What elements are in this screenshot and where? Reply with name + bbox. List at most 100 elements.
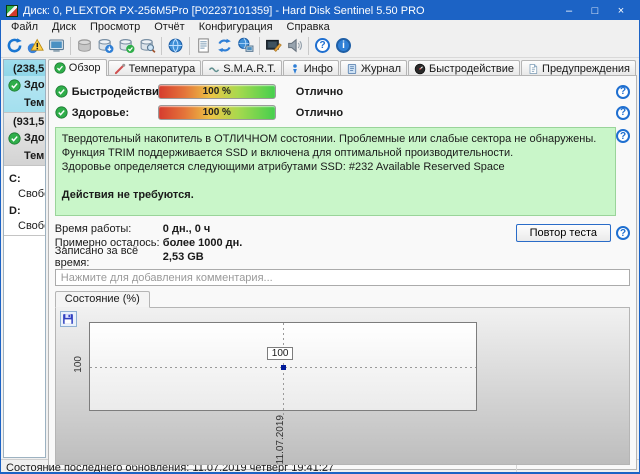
disk-search-icon[interactable]	[137, 36, 158, 56]
status-line-2: Функция TRIM поддерживается SSD и включе…	[62, 146, 609, 160]
performance-status: Отлично	[296, 86, 343, 98]
tab-smart[interactable]: S.M.A.R.T.	[202, 60, 282, 76]
health-bar: 100 %	[158, 105, 276, 120]
thermometer-icon	[114, 63, 126, 75]
check-circle-icon	[55, 106, 68, 119]
temperature-label: Температура:	[24, 150, 46, 162]
tab-label: Журнал	[361, 63, 401, 75]
toolbar-separator	[189, 37, 190, 55]
menu-disk[interactable]: Диск	[45, 21, 83, 34]
menu-help[interactable]: Справка	[280, 21, 337, 34]
retest-button[interactable]: Повтор теста	[516, 224, 611, 242]
window-controls: – □ ×	[556, 2, 634, 20]
disk-entry-1[interactable]: (931,5 GB) Здоровье: 97 % Диск: 1 Темпер…	[4, 113, 45, 166]
save-chart-button[interactable]	[60, 311, 77, 327]
refresh-icon[interactable]	[4, 36, 25, 56]
free-label: Свободно	[18, 188, 46, 200]
partition-c-header: C: (237,9 GB)	[4, 171, 45, 186]
partition-letter: C:	[9, 173, 21, 185]
remote-monitor-icon[interactable]	[263, 36, 284, 56]
menu-report[interactable]: Отчёт	[147, 21, 191, 34]
tab-alerts[interactable]: Предупреждения	[521, 60, 636, 76]
disk-entry-0[interactable]: (238,5 GB) Диск: 0 Здоровье: 100 % C; Те…	[4, 60, 45, 113]
partition-c-free-row: Свободно 76,0 GB Диск: 0	[4, 186, 45, 203]
overview-tab-content: Быстродействие: 100 % Отлично ? Здоровье…	[48, 75, 637, 470]
health-status: Отлично	[296, 107, 343, 119]
info-icon[interactable]: i	[333, 36, 354, 56]
help-icon[interactable]: ?	[312, 36, 333, 56]
detail-panel: Обзор Температура S.M.A.R.T. Инфо Журнал	[48, 59, 637, 458]
partition-d[interactable]: D: (931,5 GB) Свободно 94,1 GB Диск: 1	[4, 203, 45, 235]
toolbar: ? i	[1, 34, 639, 58]
toolbar-separator	[259, 37, 260, 55]
disk-list-panel: (238,5 GB) Диск: 0 Здоровье: 100 % C; Те…	[3, 59, 46, 458]
smart-icon	[208, 63, 220, 75]
status-message-row: Твердотельный накопитель в ОТЛИЧНОМ сост…	[55, 127, 630, 216]
disk-1-health-row: Здоровье: 97 % Диск: 1	[4, 129, 45, 147]
health-label: Здоровье:	[24, 79, 46, 91]
tab-info[interactable]: Инфо	[283, 60, 339, 76]
tab-log[interactable]: Журнал	[340, 60, 407, 76]
x-axis-date-label: 11.07.2019	[275, 415, 286, 464]
help-icon[interactable]: ?	[616, 106, 630, 120]
subtab-state-percent[interactable]: Состояние (%)	[55, 291, 150, 308]
disk-ok-icon[interactable]	[116, 36, 137, 56]
stat-value: более 1000 дн.	[163, 237, 243, 249]
window-title: Диск: 0, PLEXTOR PX-256M5Pro [P022371013…	[23, 5, 556, 17]
app-window: Диск: 0, PLEXTOR PX-256M5Pro [P022371013…	[0, 0, 640, 474]
sound-icon[interactable]	[284, 36, 305, 56]
partition-c[interactable]: C: (237,9 GB) Свободно 76,0 GB Диск: 0	[4, 171, 45, 203]
performance-label: Быстродействие:	[72, 86, 158, 98]
menu-file[interactable]: Файл	[4, 21, 45, 34]
disk-1-temp-row: Температура: 36 °C D:	[4, 147, 45, 165]
globe-disk-icon[interactable]	[165, 36, 186, 56]
help-icon[interactable]: ?	[616, 85, 630, 99]
y-axis-tick-label: 100	[73, 356, 84, 373]
stat-label: Записано за всё время:	[55, 245, 163, 269]
menu-configuration[interactable]: Конфигурация	[192, 21, 280, 34]
disk-0-temp-row: Температура: ? [Восстановл	[4, 94, 45, 112]
tab-temperature[interactable]: Температура	[108, 60, 202, 76]
disk-0-health-row: Здоровье: 100 % C;	[4, 76, 45, 94]
data-point	[281, 365, 286, 370]
status-message-box: Твердотельный накопитель в ОТЛИЧНОМ сост…	[55, 127, 616, 216]
minimize-button[interactable]: –	[556, 2, 582, 20]
alert-icon[interactable]	[25, 36, 46, 56]
check-circle-icon	[8, 132, 21, 145]
tab-strip: Обзор Температура S.M.A.R.T. Инфо Журнал	[48, 59, 637, 76]
disk-connect-icon[interactable]	[95, 36, 116, 56]
toolbar-separator	[70, 37, 71, 55]
tab-performance[interactable]: Быстродействие	[408, 60, 520, 76]
health-label: Здоровье:	[24, 132, 46, 144]
tab-overview[interactable]: Обзор	[48, 59, 107, 76]
network-icon[interactable]	[235, 36, 256, 56]
help-icon[interactable]: ?	[616, 129, 630, 143]
maximize-button[interactable]: □	[582, 2, 608, 20]
health-label: Здоровье:	[72, 107, 158, 119]
performance-bar: 100 %	[158, 84, 276, 99]
info-drop-icon	[289, 63, 301, 75]
floppy-disk-icon	[62, 313, 74, 325]
toolbar-separator	[161, 37, 162, 55]
stat-value: 2,53 GB	[163, 251, 204, 263]
status-line-4: Действия не требуются.	[62, 188, 609, 202]
alert-page-icon	[527, 63, 539, 75]
disk-1-header: (931,5 GB)	[4, 113, 45, 129]
state-chart-plot	[89, 322, 477, 411]
menu-bar: Файл Диск Просмотр Отчёт Конфигурация Сп…	[1, 20, 639, 34]
crosshair-vertical	[283, 323, 284, 419]
check-circle-icon	[8, 79, 21, 92]
close-button[interactable]: ×	[608, 2, 634, 20]
main-content: (238,5 GB) Диск: 0 Здоровье: 100 % C; Те…	[1, 58, 639, 459]
state-chart-panel: 100 100 11.07.2019	[55, 307, 630, 465]
help-icon[interactable]: ?	[616, 226, 630, 240]
menu-view[interactable]: Просмотр	[83, 21, 147, 34]
sync-icon[interactable]	[214, 36, 235, 56]
partition-letter: D:	[9, 205, 21, 217]
tab-label: Температура	[129, 63, 196, 75]
monitor-icon[interactable]	[46, 36, 67, 56]
report-icon[interactable]	[193, 36, 214, 56]
app-icon	[6, 5, 18, 17]
disk-disabled-icon	[74, 36, 95, 56]
comment-input[interactable]	[55, 269, 630, 286]
